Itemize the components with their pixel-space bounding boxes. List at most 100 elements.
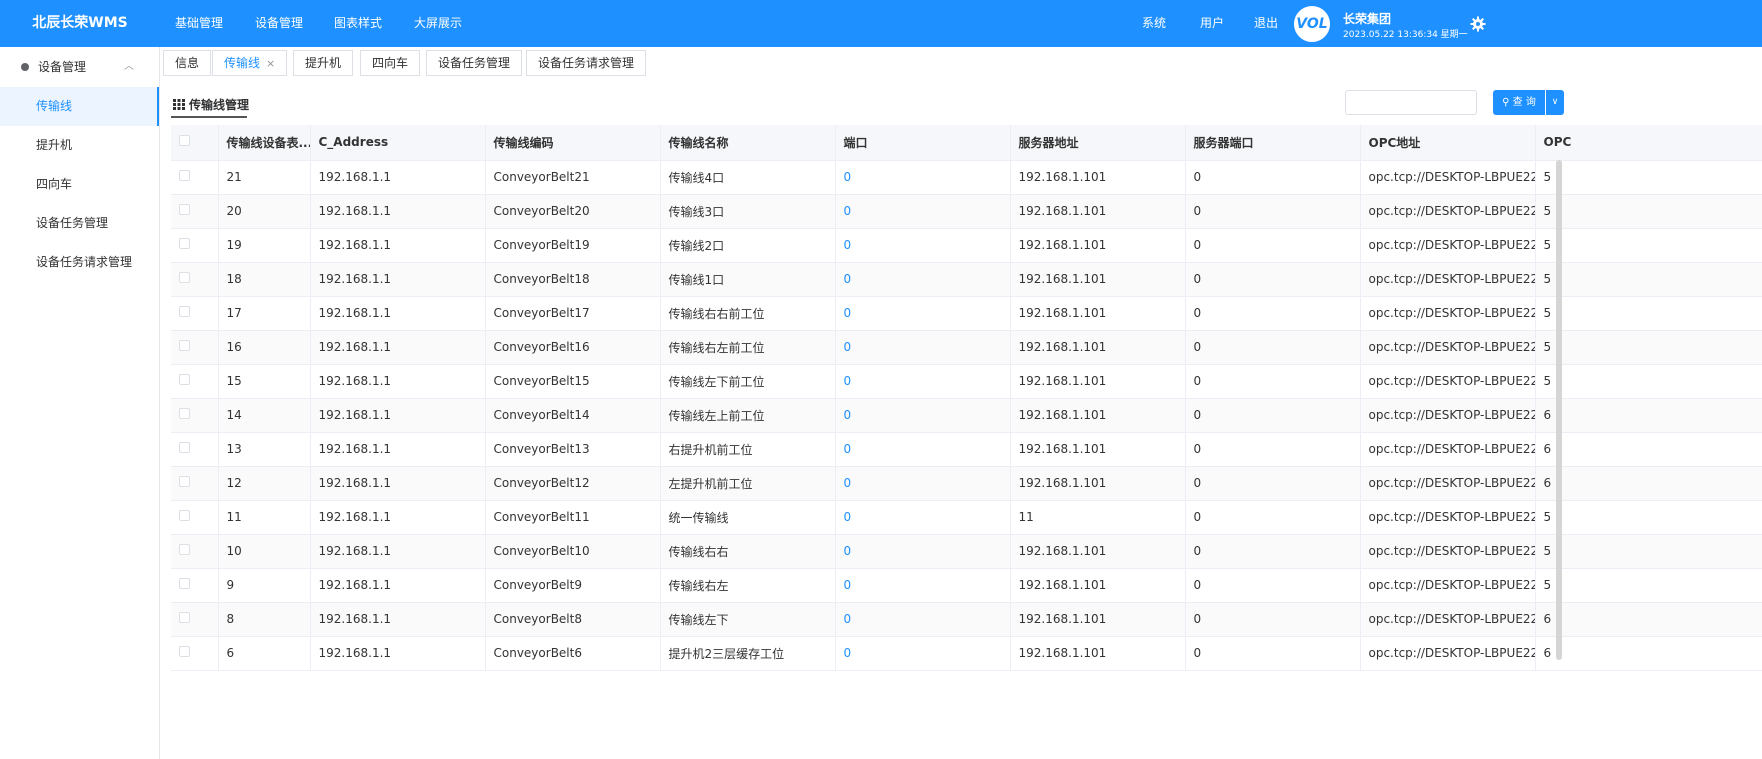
table-row[interactable]: 21 192.168.1.1 ConveyorBelt21 传输线4口 0 192.168… [171,160,1762,195]
table-row[interactable]: 10 192.168.1.1 ConveyorBelt10 传输线右右 0 192.168… [171,534,1762,569]
table-row[interactable]: 6 192.168.1.1 ConveyorBelt6 提升机2三层缓存工位 0 192.… [171,636,1762,671]
table-cell: 17 [218,296,311,331]
table-row[interactable]: 8 192.168.1.1 ConveyorBelt8 传输线左下 0 192.168.1… [171,602,1762,637]
checkbox[interactable] [179,408,190,419]
column-header[interactable]: OPC [1535,125,1762,161]
table-cell: 192.168.1.1 [310,262,486,297]
checkbox[interactable] [179,578,190,589]
nav-device-management[interactable]: 设备管理 [255,0,303,47]
checkbox[interactable] [179,476,190,487]
nav-system[interactable]: 系统 [1142,0,1166,47]
sidebar-item-conveyor[interactable]: 传输线 [0,87,159,126]
checkbox[interactable] [179,510,190,521]
checkbox[interactable] [179,135,190,147]
query-button[interactable]: ⚲ 查 询 [1493,90,1545,115]
table-row[interactable]: 16 192.168.1.1 ConveyorBelt16 传输线右左前工位 0 192.… [171,330,1762,365]
tab-conveyor[interactable]: 传输线 × [212,50,288,76]
column-header[interactable]: OPC地址 [1360,125,1536,161]
checkbox[interactable] [179,374,190,385]
table-row[interactable]: 18 192.168.1.1 ConveyorBelt18 传输线1口 0 192.168… [171,262,1762,297]
sidebar-item-elevator[interactable]: 提升机 [0,126,159,165]
checkbox[interactable] [179,170,190,181]
table-row[interactable]: 13 192.168.1.1 ConveyorBelt13 右提升机前工位 0 192.1… [171,432,1762,467]
column-header[interactable]: 传输线设备表... [218,125,311,161]
logout-link[interactable]: 退出 [1254,0,1278,47]
row-checkbox-cell[interactable] [171,500,219,535]
checkbox[interactable] [179,238,190,249]
table-cell: 6 [218,636,311,671]
row-checkbox-cell[interactable] [171,636,219,671]
checkbox[interactable] [179,306,190,317]
table-row[interactable]: 12 192.168.1.1 ConveyorBelt12 左提升机前工位 0 192.1… [171,466,1762,501]
row-checkbox-cell[interactable] [171,568,219,603]
row-checkbox-cell[interactable] [171,398,219,433]
table-cell: 11 [218,500,311,535]
search-input[interactable] [1345,90,1477,115]
table-cell: 0 [1185,602,1361,637]
tab-elevator[interactable]: 提升机 [293,50,354,76]
table-cell: 10 [218,534,311,569]
table-row[interactable]: 20 192.168.1.1 ConveyorBelt20 传输线3口 0 192.168… [171,194,1762,229]
table-row[interactable]: 9 192.168.1.1 ConveyorBelt9 传输线右左 0 192.168.1… [171,568,1762,603]
table-row[interactable]: 14 192.168.1.1 ConveyorBelt14 传输线左上前工位 0 192.… [171,398,1762,433]
column-header[interactable]: 传输线编码 [485,125,661,161]
row-checkbox-cell[interactable] [171,534,219,569]
column-header[interactable]: C_Address [310,125,486,161]
table-row[interactable]: 17 192.168.1.1 ConveyorBelt17 传输线右右前工位 0 192.… [171,296,1762,331]
column-header[interactable]: 传输线名称 [660,125,836,161]
table-cell: ConveyorBelt17 [485,296,661,331]
select-all-checkbox-cell[interactable] [171,125,219,161]
close-icon[interactable]: × [266,57,275,70]
table-row[interactable]: 15 192.168.1.1 ConveyorBelt15 传输线左下前工位 0 192.… [171,364,1762,399]
nav-basic-management[interactable]: 基础管理 [175,0,223,47]
table-cell: 192.168.1.1 [310,330,486,365]
table-cell: 0 [835,466,1011,501]
checkbox[interactable] [179,442,190,453]
sidebar-item-task-management[interactable]: 设备任务管理 [0,204,159,243]
checkbox[interactable] [179,646,190,657]
checkbox[interactable] [179,340,190,351]
tab-task-request-management[interactable]: 设备任务请求管理 [526,50,647,76]
checkbox[interactable] [179,204,190,215]
checkbox[interactable] [179,272,190,283]
row-checkbox-cell[interactable] [171,432,219,467]
column-header[interactable]: 端口 [835,125,1011,161]
tab-task-management[interactable]: 设备任务管理 [426,50,523,76]
nav-big-screen[interactable]: 大屏展示 [414,0,462,47]
chevron-down-icon[interactable]: ∨ [1546,90,1564,115]
vertical-scrollbar[interactable] [1556,160,1562,660]
row-checkbox-cell[interactable] [171,160,219,195]
column-header[interactable]: 服务器地址 [1010,125,1186,161]
table-cell: 192.168.1.1 [310,602,486,637]
tab-info[interactable]: 信息 [163,50,212,76]
row-checkbox-cell[interactable] [171,466,219,501]
brand-title[interactable]: 北辰长荣WMS [0,0,160,47]
sidebar-item-shuttle[interactable]: 四向车 [0,165,159,204]
nav-chart-styles[interactable]: 图表样式 [334,0,382,47]
checkbox[interactable] [179,544,190,555]
nav-user[interactable]: 用户 [1200,0,1224,47]
table-row[interactable]: 11 192.168.1.1 ConveyorBelt11 统一传输线 0 11 0 opc.… [171,500,1762,535]
row-checkbox-cell[interactable] [171,602,219,637]
row-checkbox-cell[interactable] [171,194,219,229]
table-cell: ConveyorBelt6 [485,636,661,671]
table-cell: ConveyorBelt12 [485,466,661,501]
row-checkbox-cell[interactable] [171,296,219,331]
table-cell: 0 [835,636,1011,671]
table-cell: 0 [1185,534,1361,569]
gear-icon[interactable] [1470,16,1486,32]
row-checkbox-cell[interactable] [171,262,219,297]
table-row[interactable]: 19 192.168.1.1 ConveyorBelt19 传输线2口 0 192.168… [171,228,1762,263]
table-cell: 192.168.1.101 [1010,636,1186,671]
table-cell: 0 [835,330,1011,365]
sidebar-item-task-request-management[interactable]: 设备任务请求管理 [0,243,159,282]
sidebar-group-device-management[interactable]: 设备管理 ︿ [0,47,159,87]
row-checkbox-cell[interactable] [171,228,219,263]
table-cell: 0 [835,262,1011,297]
tab-shuttle[interactable]: 四向车 [360,50,421,76]
column-header[interactable]: 服务器端口 [1185,125,1361,161]
checkbox[interactable] [179,612,190,623]
row-checkbox-cell[interactable] [171,364,219,399]
table-cell: 192.168.1.101 [1010,432,1186,467]
row-checkbox-cell[interactable] [171,330,219,365]
